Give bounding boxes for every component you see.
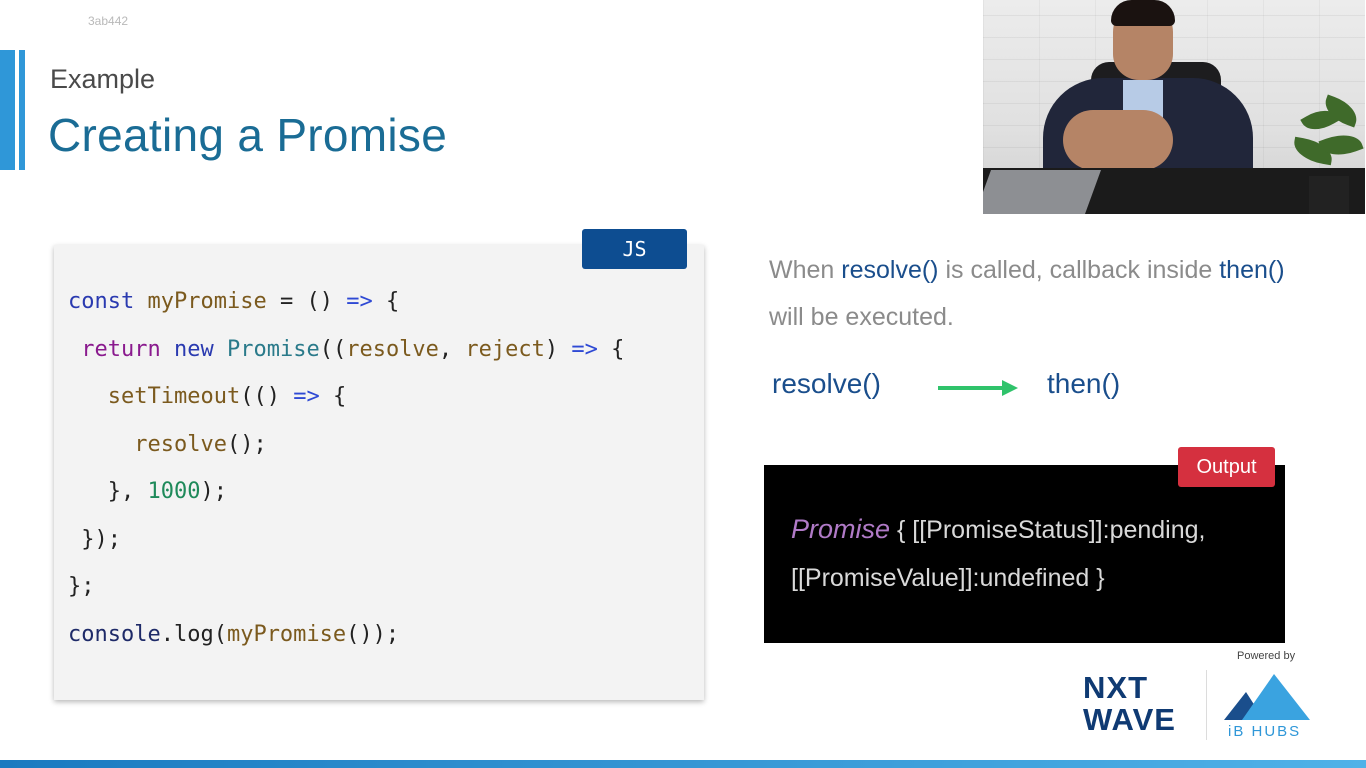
code-line: const myPromise = () => {: [68, 289, 400, 314]
code-line: console.log(myPromise());: [68, 621, 400, 647]
explanation-text: When resolve() is called, callback insid…: [769, 256, 1285, 331]
slide-title: Creating a Promise: [48, 109, 448, 161]
nxtwave-logo: NXT WAVE: [1083, 670, 1176, 737]
ib-hubs-label: iB HUBS: [1228, 723, 1302, 740]
arrow-right-icon: [938, 380, 1018, 396]
presenter-video: [983, 0, 1365, 214]
plant-icon: [1291, 94, 1364, 214]
code-line: setTimeout(() => {: [107, 384, 347, 409]
flow-then-label: then(): [1047, 368, 1121, 399]
output-text: Promise { [[PromiseStatus]]:pending, [[Pr…: [791, 514, 1206, 592]
code-line: });: [81, 526, 121, 552]
bottom-bar: [0, 760, 1366, 768]
code-line: resolve();: [134, 431, 267, 457]
watermark: 3ab442: [88, 14, 129, 28]
output-badge: Output: [1178, 447, 1275, 487]
slide-eyebrow: Example: [50, 64, 156, 94]
language-badge: JS: [582, 229, 687, 269]
code-line: return new Promise((resolve, reject) => …: [81, 336, 625, 362]
logo-divider: [1206, 670, 1207, 740]
code-line: }, 1000);: [107, 479, 227, 504]
flow-resolve-label: resolve(): [772, 368, 881, 399]
code-block: const myPromise = () => { return new Pro…: [68, 284, 624, 664]
accent-bar: [0, 50, 26, 170]
code-line: };: [68, 574, 95, 599]
powered-by-label: Powered by: [1237, 650, 1296, 662]
